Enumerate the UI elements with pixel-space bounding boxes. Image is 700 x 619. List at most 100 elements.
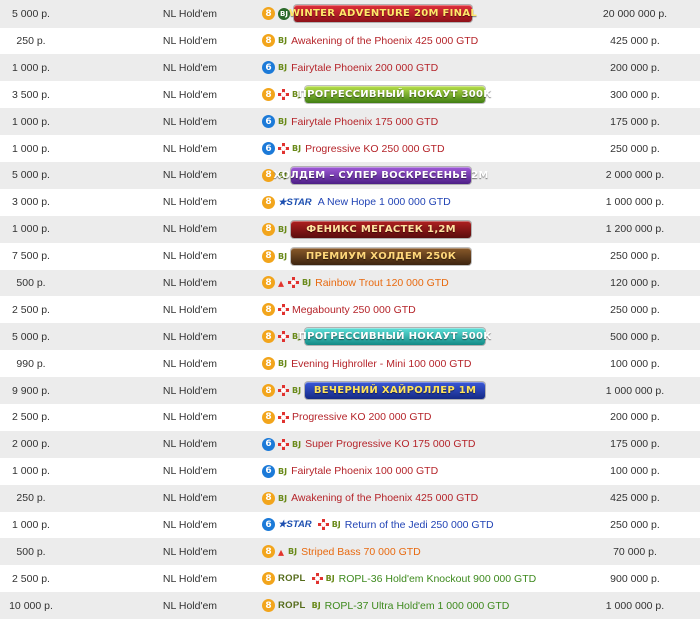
game-cell: NL Hold'em xyxy=(162,572,218,585)
tournament-name[interactable]: Fairytale Phoenix 175 000 GTD xyxy=(291,116,438,128)
seats-badge-icon: 8 xyxy=(262,599,275,613)
seats-badge-icon: 8 xyxy=(262,572,275,586)
tournament-banner[interactable]: WINTER ADVENTURE 20M FINAL xyxy=(289,5,477,23)
knockout-icon xyxy=(278,304,289,316)
star-series-icon: ★STAR xyxy=(278,519,312,531)
tournament-banner[interactable]: ПРЕМИУМ ХОЛДЕМ 250К xyxy=(291,247,472,265)
seats-badge-icon: 8 xyxy=(262,249,275,263)
name-cell: 8 BJ WINTER ADVENTURE 20M FINAL xyxy=(262,0,562,28)
name-cell: 6 BJ Progressive KO 250 000 GTD xyxy=(262,135,562,162)
table-row[interactable]: 1 000 р. NL Hold'em 6 BJ Fairytale Phoen… xyxy=(0,54,700,82)
tournament-name[interactable]: Super Progressive KO 175 000 GTD xyxy=(305,438,475,450)
table-row[interactable]: 250 р. NL Hold'em 8 BJ Awakening of the … xyxy=(0,27,700,55)
bj-icon: BJ xyxy=(278,359,288,369)
buyin-cell: 500 р. xyxy=(16,545,46,558)
game-cell: NL Hold'em xyxy=(162,599,218,612)
buyin-cell: 2 000 р. xyxy=(12,438,50,451)
buyin-cell: 1 000 р. xyxy=(12,223,50,236)
tournament-name[interactable]: Awakening of the Phoenix 425 000 GTD xyxy=(291,492,478,504)
table-row[interactable]: 2 500 р. NL Hold'em 8 Megabounty 250 000… xyxy=(0,296,700,324)
table-row[interactable]: 250 р. NL Hold'em 8 BJ Awakening of the … xyxy=(0,484,700,512)
name-cell: 8 Progressive KO 200 000 GTD xyxy=(262,404,562,431)
tournament-name[interactable]: Return of the Jedi 250 000 GTD xyxy=(345,519,494,531)
table-row[interactable]: 7 500 р. NL Hold'em 8 BJ ПРЕМИУМ ХОЛДЕМ … xyxy=(0,242,700,270)
tournament-name[interactable]: Awakening of the Phoenix 425 000 GTD xyxy=(291,35,478,47)
seats-badge-icon: 8 xyxy=(262,34,275,48)
seats-badge-icon: 8 xyxy=(262,7,275,21)
table-row[interactable]: 10 000 р. NL Hold'em 8 ROPL BJ ROPL-37 U… xyxy=(0,592,700,619)
tournament-name[interactable]: Progressive KO 250 000 GTD xyxy=(305,143,444,155)
table-row[interactable]: 9 900 р. NL Hold'em 8 BJ ВЕЧЕРНИЙ ХАЙРОЛ… xyxy=(0,377,700,404)
name-cell: 8 BJ Evening Highroller - Mini 100 000 G… xyxy=(262,350,562,377)
bj-icon: BJ xyxy=(292,144,302,153)
table-row[interactable]: 2 500 р. NL Hold'em 8 ROPL BJ ROPL-36 Ho… xyxy=(0,565,700,593)
game-cell: NL Hold'em xyxy=(162,250,218,263)
tournament-banner[interactable]: ХОЛДЕМ – СУПЕР ВОСКРЕСЕНЬЕ 2М xyxy=(274,166,488,184)
buyin-cell: 990 р. xyxy=(16,357,46,370)
game-cell: NL Hold'em xyxy=(162,465,218,478)
prize-cell: 175 000 р. xyxy=(610,438,660,451)
prize-cell: 250 000 р. xyxy=(610,303,660,316)
table-row[interactable]: 1 000 р. NL Hold'em 6 ★STAR BJ Return of… xyxy=(0,511,700,539)
seats-badge-icon: 6 xyxy=(262,518,275,532)
buyin-cell: 3 000 р. xyxy=(12,196,50,209)
buyin-cell: 2 500 р. xyxy=(12,572,50,585)
tournament-name[interactable]: Striped Bass 70 000 GTD xyxy=(301,546,421,558)
table-row[interactable]: 1 000 р. NL Hold'em 8 BJ ФЕНИКС МЕГАСТЕК… xyxy=(0,215,700,243)
tournament-banner[interactable]: ВЕЧЕРНИЙ ХАЙРОЛЛЕР 1М xyxy=(305,382,486,400)
table-row[interactable]: 2 000 р. NL Hold'em 6 BJ Super Progressi… xyxy=(0,430,700,458)
buyin-cell: 7 500 р. xyxy=(12,250,50,263)
knockout-icon xyxy=(317,519,329,531)
table-row[interactable]: 1 000 р. NL Hold'em 6 BJ Progressive KO … xyxy=(0,135,700,162)
bj-icon: BJ xyxy=(331,520,341,530)
bj-icon: BJ xyxy=(278,466,288,476)
tournament-name[interactable]: ROPL-37 Ultra Hold'em 1 000 000 GTD xyxy=(325,600,510,612)
tournament-name[interactable]: Fairytale Phoenix 100 000 GTD xyxy=(291,465,438,477)
tournament-name[interactable]: Megabounty 250 000 GTD xyxy=(292,304,416,316)
tournament-name[interactable]: ROPL-36 Hold'em Knockout 900 000 GTD xyxy=(339,573,537,585)
table-row[interactable]: 5 000 р. NL Hold'em 8 BJ ХОЛДЕМ – СУПЕР … xyxy=(0,161,700,189)
tournament-name[interactable]: Rainbow Trout 120 000 GTD xyxy=(315,277,449,289)
tournament-banner[interactable]: ФЕНИКС МЕГАСТЕК 1,2М xyxy=(291,220,472,238)
name-cell: 8 ROPL BJ ROPL-37 Ultra Hold'em 1 000 00… xyxy=(262,592,562,619)
game-cell: NL Hold'em xyxy=(162,357,218,370)
knockout-icon xyxy=(278,438,289,450)
tournament-name[interactable]: A New Hope 1 000 000 GTD xyxy=(318,196,451,208)
prize-cell: 250 000 р. xyxy=(610,518,660,531)
table-row[interactable]: 990 р. NL Hold'em 8 BJ Evening Highrolle… xyxy=(0,350,700,378)
seats-badge-icon: 8 xyxy=(262,276,275,290)
bj-icon: BJ xyxy=(311,601,321,611)
table-row[interactable]: 3 500 р. NL Hold'em 8 BJ ПРОГРЕССИВНЫЙ Н… xyxy=(0,81,700,109)
tournament-banner[interactable]: ПРОГРЕССИВНЫЙ НОКАУТ 500К xyxy=(298,328,491,346)
seats-badge-icon: 6 xyxy=(262,142,275,155)
name-cell: 8 ▴ BJ Striped Bass 70 000 GTD xyxy=(262,538,562,565)
knockout-icon xyxy=(278,143,289,154)
seats-badge-icon: 8 xyxy=(262,330,275,344)
seats-badge-icon: 8 xyxy=(262,384,275,398)
seats-badge-icon: 6 xyxy=(262,464,275,478)
buyin-cell: 9 900 р. xyxy=(12,384,50,397)
prize-cell: 300 000 р. xyxy=(610,88,660,101)
game-cell: NL Hold'em xyxy=(162,492,218,505)
table-row[interactable]: 1 000 р. NL Hold'em 6 BJ Fairytale Phoen… xyxy=(0,108,700,136)
knockout-icon xyxy=(288,277,300,289)
tournament-name[interactable]: Evening Highroller - Mini 100 000 GTD xyxy=(291,358,471,370)
table-row[interactable]: 3 000 р. NL Hold'em 8 ★STAR A New Hope 1… xyxy=(0,188,700,216)
buyin-cell: 250 р. xyxy=(16,492,46,505)
name-cell: 6 BJ Fairytale Phoenix 100 000 GTD xyxy=(262,458,562,485)
table-row[interactable]: 2 500 р. NL Hold'em 8 Progressive KO 200… xyxy=(0,403,700,431)
seats-badge-icon: 8 xyxy=(262,491,275,505)
prize-cell: 70 000 р. xyxy=(613,545,657,558)
tournament-name[interactable]: Progressive KO 200 000 GTD xyxy=(292,411,431,423)
table-row[interactable]: 500 р. NL Hold'em 8 ▴ BJ Rainbow Trout 1… xyxy=(0,269,700,297)
table-row[interactable]: 5 000 р. NL Hold'em 8 BJ WINTER ADVENTUR… xyxy=(0,0,700,28)
game-cell: NL Hold'em xyxy=(162,518,218,531)
table-row[interactable]: 1 000 р. NL Hold'em 6 BJ Fairytale Phoen… xyxy=(0,457,700,485)
table-row[interactable]: 5 000 р. NL Hold'em 8 BJ ПРОГРЕССИВНЫЙ Н… xyxy=(0,323,700,351)
tournament-banner[interactable]: ПРОГРЕССИВНЫЙ НОКАУТ 300К xyxy=(298,86,491,104)
name-cell: 8 BJ ВЕЧЕРНИЙ ХАЙРОЛЛЕР 1М xyxy=(262,377,562,404)
tournament-name[interactable]: Fairytale Phoenix 200 000 GTD xyxy=(291,62,438,74)
knockout-icon xyxy=(311,573,323,585)
name-cell: 6 BJ Fairytale Phoenix 200 000 GTD xyxy=(262,54,562,81)
table-row[interactable]: 500 р. NL Hold'em 8 ▴ BJ Striped Bass 70… xyxy=(0,538,700,566)
